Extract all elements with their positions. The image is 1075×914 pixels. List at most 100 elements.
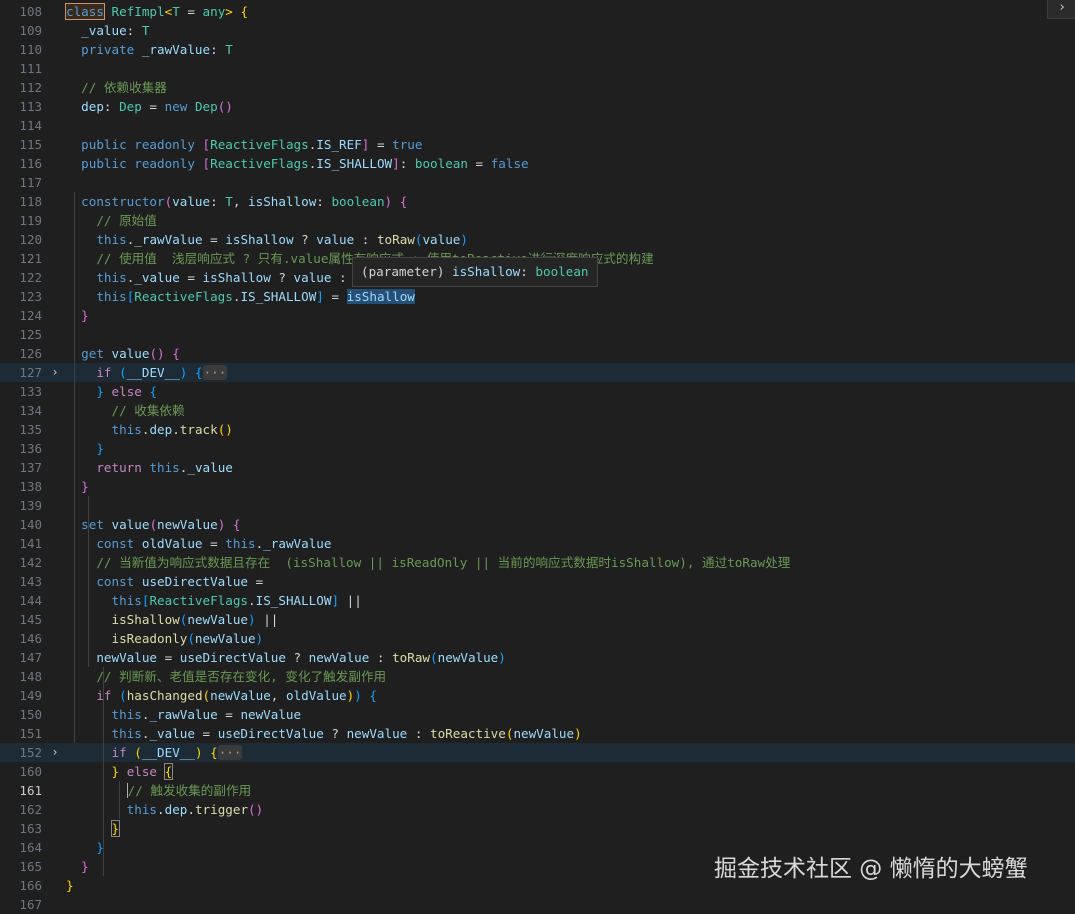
code-line[interactable]: 142 // 当新值为响应式数据且存在 (isShallow || isRead… (0, 553, 1075, 572)
code-line[interactable]: 116 public readonly [ReactiveFlags.IS_SH… (0, 154, 1075, 173)
code-line[interactable]: 111 (0, 59, 1075, 78)
code-line[interactable]: 126 get value() { (0, 344, 1075, 363)
folded-ellipsis[interactable]: ··· (217, 745, 243, 760)
code-line[interactable]: 141 const oldValue = this._rawValue (0, 534, 1075, 553)
code-text: // 触发收集的副作用 (66, 781, 251, 800)
folded-ellipsis[interactable]: ··· (202, 365, 228, 380)
code-line[interactable]: 117 (0, 173, 1075, 192)
code-token: any (202, 4, 226, 19)
code-line[interactable]: 160 } else { (0, 762, 1075, 781)
code-line[interactable]: 138 } (0, 477, 1075, 496)
line-number: 166 (19, 878, 42, 893)
indent-guide (88, 496, 89, 667)
line-number: 152 (19, 745, 42, 760)
code-text: } (66, 306, 89, 325)
code-token: { (232, 517, 241, 532)
line-number: 135 (19, 422, 42, 437)
code-line[interactable]: 120 this._rawValue = isShallow ? value :… (0, 230, 1075, 249)
code-line[interactable]: 137 return this._value (0, 458, 1075, 477)
code-line[interactable]: 161 // 触发收集的副作用 (0, 781, 1075, 800)
line-number: 112 (19, 80, 42, 95)
code-line[interactable]: 113 dep: Dep = new Dep() (0, 97, 1075, 116)
code-line[interactable]: 146 isReadonly(newValue) (0, 629, 1075, 648)
code-token: // 触发收集的副作用 (127, 783, 252, 798)
code-token: oldValue (285, 688, 347, 703)
code-line[interactable]: 114 (0, 116, 1075, 135)
code-line[interactable]: 148 // 判断新、老值是否存在变化, 变化了触发副作用 (0, 667, 1075, 686)
line-number: 142 (19, 555, 42, 570)
code-line[interactable]: 127 › if (__DEV__) {··· (0, 363, 1075, 382)
code-token: newValue (513, 726, 575, 741)
code-token: } (81, 479, 89, 494)
code-text: return this._value (66, 458, 233, 477)
code-line[interactable]: 151 this._value = useDirectValue ? newVa… (0, 724, 1075, 743)
code-line[interactable]: 136 } (0, 439, 1075, 458)
code-token: ) (460, 232, 468, 247)
code-line[interactable]: 125 (0, 325, 1075, 344)
code-line[interactable]: 140 set value(newValue) { (0, 515, 1075, 534)
chevron-right-icon[interactable]: › (1047, 0, 1075, 19)
code-line[interactable]: 163 } (0, 819, 1075, 838)
code-line[interactable]: 150 this._rawValue = newValue (0, 705, 1075, 724)
line-number: 120 (19, 232, 42, 247)
code-text: set value(newValue) { (66, 515, 240, 534)
code-line[interactable]: 152 › if (__DEV__) {··· (0, 743, 1075, 762)
code-line[interactable]: 144 this[ReactiveFlags.IS_SHALLOW] || (0, 591, 1075, 610)
code-token: toRaw (392, 650, 431, 665)
code-token: IS_REF (316, 137, 362, 152)
fold-chevron-icon[interactable]: › (50, 363, 60, 382)
code-token: private (81, 42, 135, 57)
fold-chevron-icon[interactable]: › (50, 743, 60, 762)
line-number: 147 (19, 650, 42, 665)
code-line[interactable]: 109 _value: T (0, 21, 1075, 40)
code-line[interactable]: 119 // 原始值 (0, 211, 1075, 230)
code-token: IS_SHALLOW (240, 289, 317, 304)
code-token: ) (574, 726, 582, 741)
code-token: Dep (194, 99, 218, 114)
code-line[interactable]: 115 public readonly [ReactiveFlags.IS_RE… (0, 135, 1075, 154)
code-line[interactable]: 143 const useDirectValue = (0, 572, 1075, 591)
code-line[interactable]: 108 class RefImpl<T = any> { (0, 2, 1075, 21)
code-editor[interactable]: 108 class RefImpl<T = any> {109 _value: T… (0, 0, 1075, 912)
code-token: > (225, 4, 241, 19)
code-line[interactable]: 167 (0, 895, 1075, 914)
code-token: ] (316, 289, 324, 304)
code-token: _value (81, 23, 127, 38)
code-token: newValue (308, 650, 370, 665)
code-line[interactable]: 145 isShallow(newValue) || (0, 610, 1075, 629)
code-token: ) (384, 194, 400, 209)
line-number: 116 (19, 156, 42, 171)
code-text: } (66, 857, 89, 876)
code-text: // 判断新、老值是否存在变化, 变化了触发副作用 (66, 667, 386, 686)
code-line[interactable]: 118 constructor(value: T, isShallow: boo… (0, 192, 1075, 211)
tooltip-prefix: (parameter) (361, 264, 452, 279)
line-number: 122 (19, 270, 42, 285)
code-line[interactable]: 134 // 收集依赖 (0, 401, 1075, 420)
code-line[interactable]: 149 if (hasChanged(newValue, oldValue)) … (0, 686, 1075, 705)
line-number: 160 (19, 764, 42, 779)
code-token: () (217, 99, 233, 114)
code-line[interactable]: 162 this.dep.trigger() (0, 800, 1075, 819)
line-number: 109 (19, 23, 42, 38)
code-line[interactable]: 147 newValue = useDirectValue ? newValue… (0, 648, 1075, 667)
code-token: newValue (240, 707, 302, 722)
code-token: _rawValue (141, 42, 211, 57)
code-line[interactable]: 139 (0, 496, 1075, 515)
code-token: true (392, 137, 423, 152)
code-text: } (66, 876, 74, 895)
code-token: () (217, 422, 233, 437)
line-number: 127 (19, 365, 42, 380)
code-line[interactable]: 123 this[ReactiveFlags.IS_SHALLOW] = isS… (0, 287, 1075, 306)
code-line[interactable]: 135 this.dep.track() (0, 420, 1075, 439)
code-token: ? (293, 232, 317, 247)
code-line[interactable]: 124 } (0, 306, 1075, 325)
code-line[interactable]: 112 // 依赖收集器 (0, 78, 1075, 97)
code-line[interactable]: 133 } else { (0, 382, 1075, 401)
code-line[interactable]: 110 private _rawValue: T (0, 40, 1075, 59)
